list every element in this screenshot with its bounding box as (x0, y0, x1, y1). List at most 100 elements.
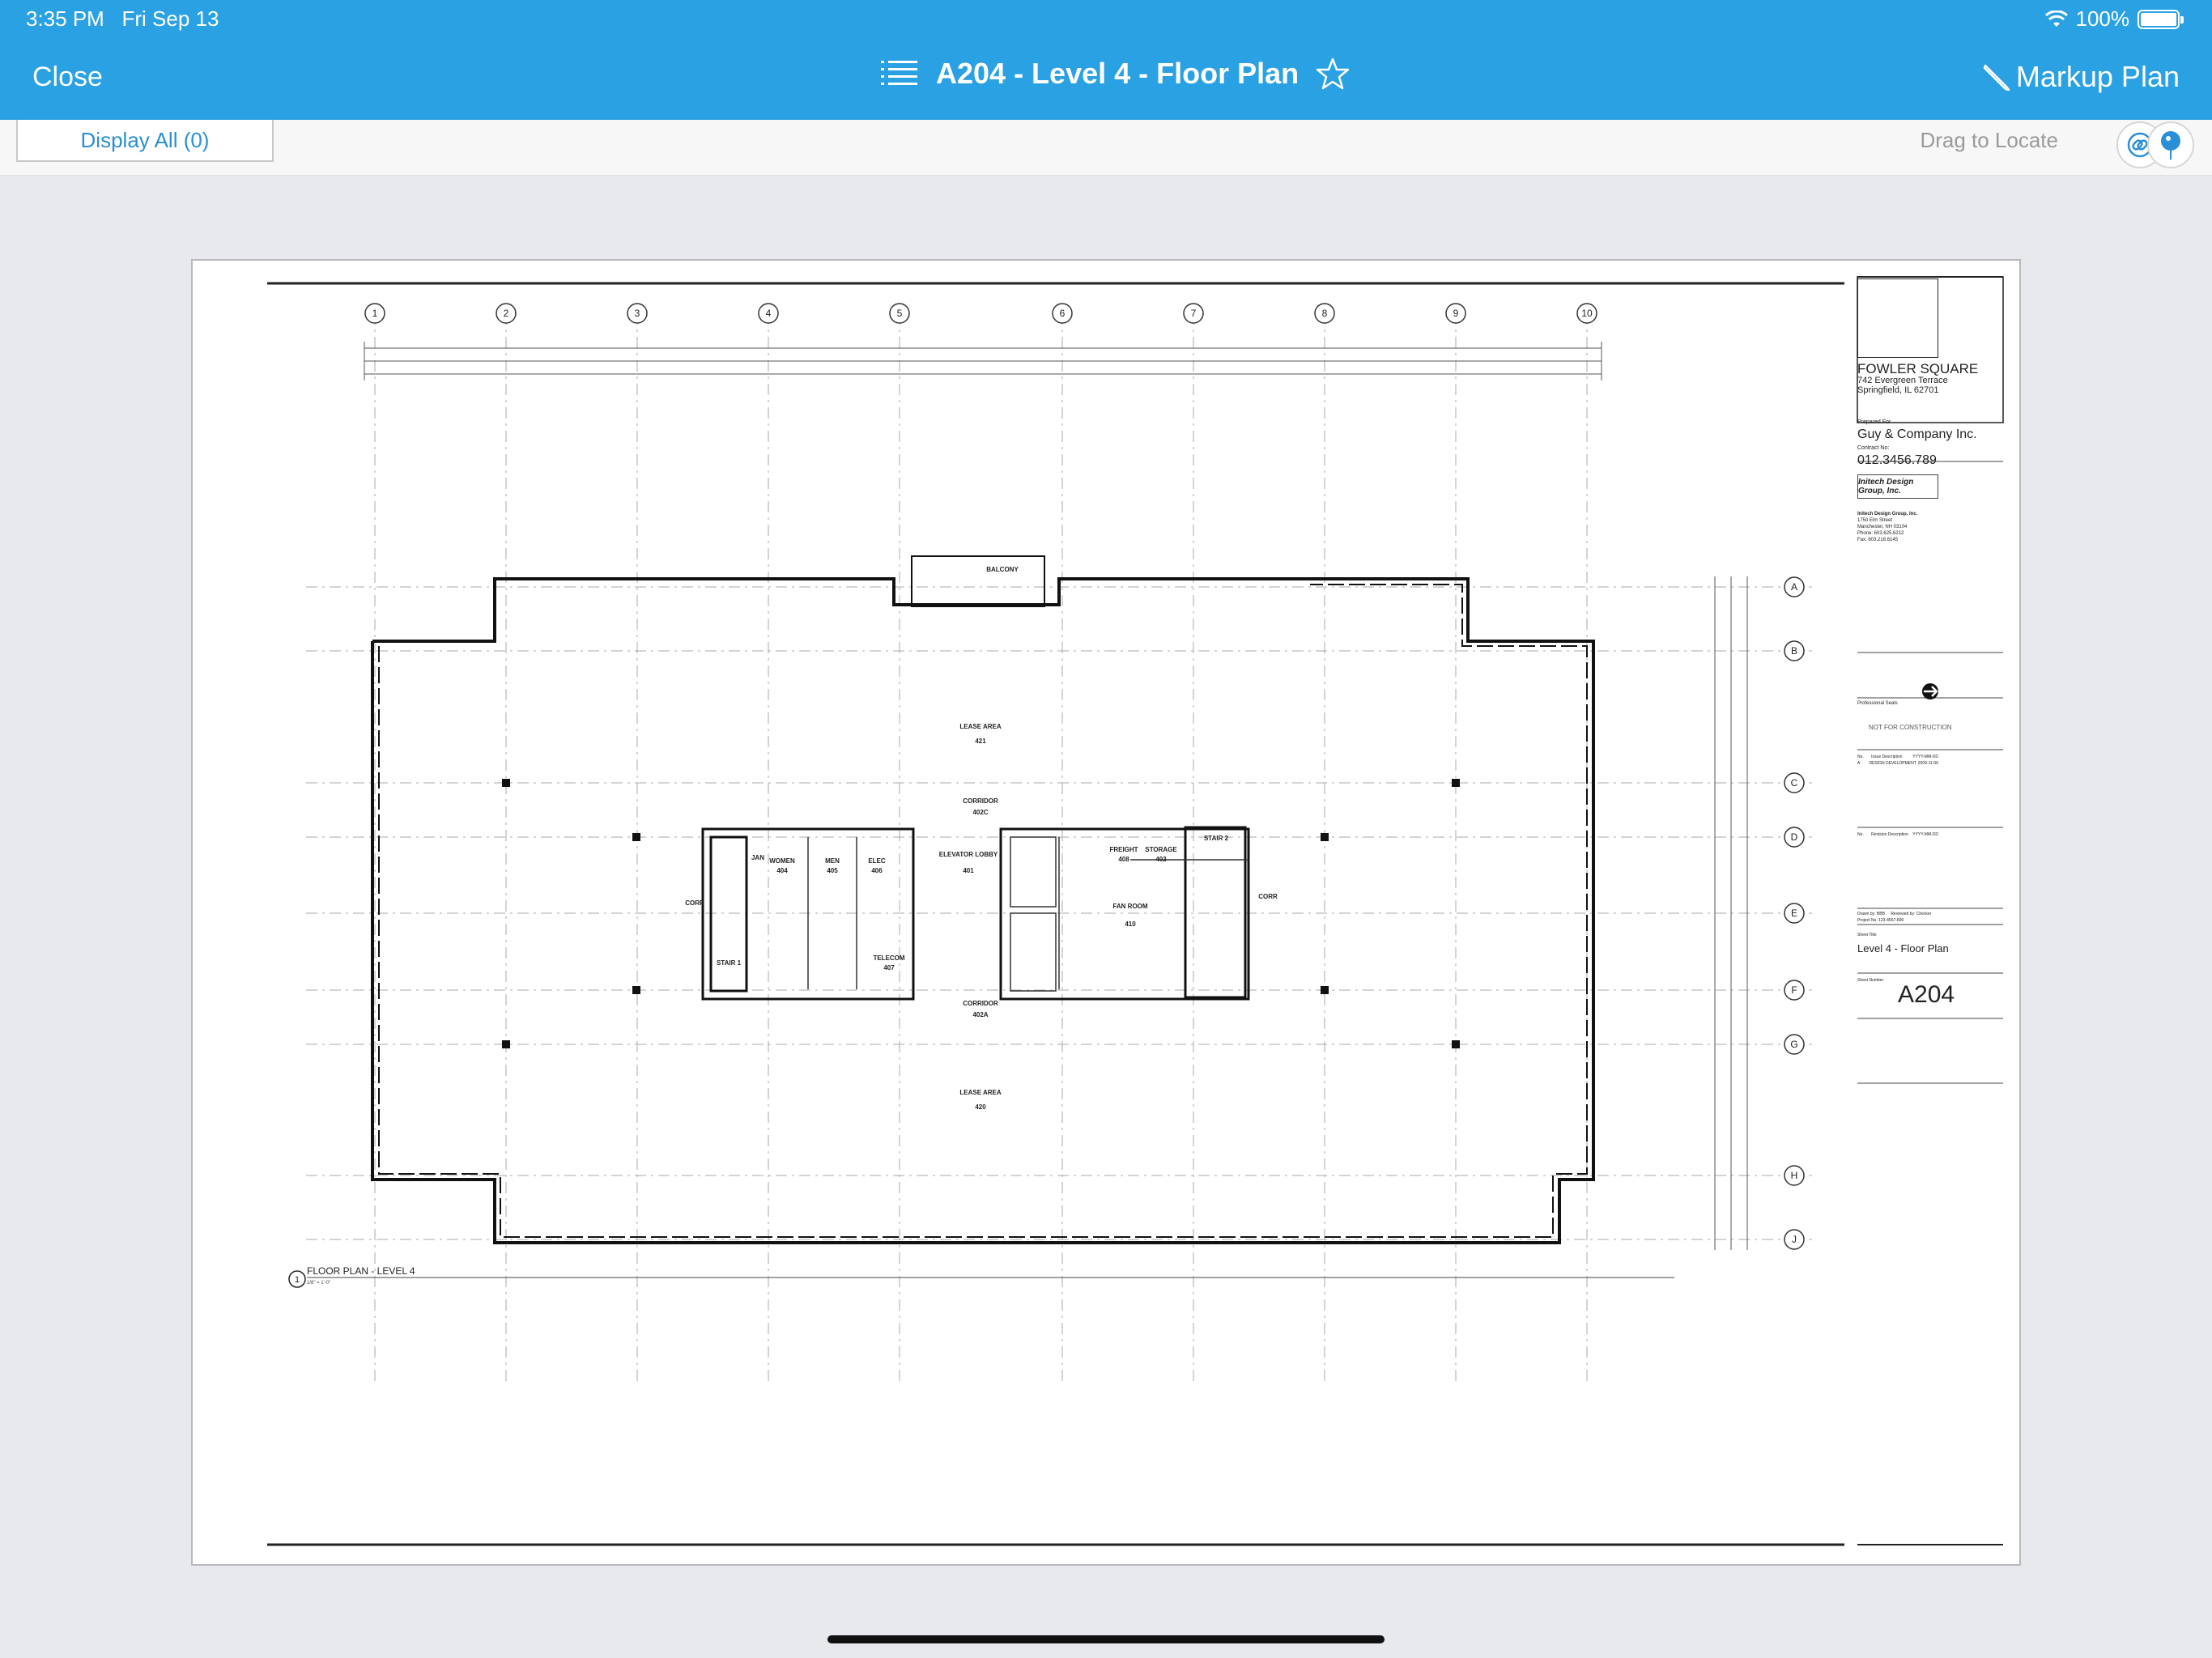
drawing-sheet[interactable]: 1 2 3 4 5 6 7 8 9 10 A B C D E F G H J B… (191, 259, 2021, 1566)
room-lease-area-top: LEASE AREA (959, 723, 1001, 730)
north-arrow-icon (1922, 683, 1938, 699)
prepared-for-label: Prepared For (1857, 419, 1891, 425)
firm-logo: Initech Design Group, Inc. (1857, 474, 1938, 499)
home-indicator[interactable] (827, 1635, 1385, 1643)
sheet-title-label: Sheet Title (1857, 933, 1877, 937)
grid-letter-e: E (1791, 908, 1797, 919)
revision-header-no: No. (1857, 832, 1864, 837)
markup-plan-label: Markup Plan (2015, 60, 2180, 93)
project-address-1: 742 Evergreen Terrace (1857, 376, 1948, 385)
contract-number: 012.3456.789 (1857, 453, 1937, 467)
room-stair-2: STAIR 2 (1204, 835, 1229, 842)
grid-number-2: 2 (504, 308, 509, 319)
room-corridor-top: CORRIDOR (963, 797, 998, 805)
logo-placeholder-box (1857, 278, 1938, 358)
drawing-title: FLOOR PLAN - LEVEL 4 (307, 1265, 415, 1277)
firm-phone: Phone: 603.625.6212 (1857, 531, 1904, 536)
issue-header-desc: Issue Description (1871, 755, 1903, 759)
issue-row-desc: DESIGN DEVELOPMENT (1869, 761, 1916, 766)
firm-fax: Fax: 603.218.6145 (1857, 538, 1899, 542)
room-lease-area-bottom: LEASE AREA (959, 1089, 1001, 1096)
map-pin-icon (2161, 131, 2180, 159)
room-corridor-top-num: 402C (972, 809, 988, 816)
navigation-bar: 3:35 PM Fri Sep 13 100% Close A204 - Lev… (0, 0, 2212, 120)
status-date: Fri Sep 13 (121, 6, 219, 31)
drawing-scale: 1/8" = 1'-0" (307, 1281, 330, 1286)
drawn-by-row: Drawn by: BBB Reviewed by: Checker (1857, 912, 1938, 916)
grid-number-10: 10 (1581, 308, 1593, 319)
room-freight-num: 408 (1118, 856, 1129, 863)
sheet-number: A204 (1898, 981, 1955, 1008)
room-women: WOMEN (769, 857, 795, 865)
room-men-num: 405 (827, 867, 838, 874)
grid-number-4: 4 (766, 308, 772, 319)
firm-name: Initech Design Group, Inc. (1857, 512, 1918, 517)
revision-header: No. Revision Description YYYY-MM-DD (1857, 832, 1938, 837)
issue-row-no: A (1857, 761, 1861, 766)
grid-letter-h: H (1791, 1170, 1798, 1181)
battery-percent: 100% (2075, 6, 2130, 31)
client-name: Guy & Company Inc. (1857, 427, 1977, 441)
revision-header-date: YYYY-MM-DD (1912, 832, 1938, 837)
revision-header-desc: Revision Description (1871, 832, 1908, 837)
grid-number-6: 6 (1060, 308, 1066, 319)
wifi-icon (2044, 10, 2068, 27)
page-title: A204 - Level 4 - Floor Plan (936, 57, 1300, 90)
project-name: FOWLER SQUARE (1857, 361, 1979, 376)
project-no-label: Project No. (1857, 918, 1878, 923)
issue-row: A DESIGN DEVELOPMENT 2009-11-06 (1857, 761, 1938, 766)
grid-number-1: 1 (372, 308, 378, 319)
issue-header-no: No. (1857, 755, 1864, 759)
firm-address-1: 1750 Elm Street (1857, 518, 1893, 523)
room-elevator-lobby: ELEVATOR LOBBY (939, 851, 998, 858)
room-elec-num: 406 (871, 867, 883, 874)
plan-title-group[interactable]: A204 - Level 4 - Floor Plan (881, 57, 1350, 91)
grid-number-7: 7 (1191, 308, 1197, 319)
issue-header: No. Issue Description YYYY-MM-DD (1857, 755, 1938, 759)
reviewed-by-label: Reviewed by: (1891, 912, 1916, 916)
room-corridor-bottom-num: 402A (972, 1011, 988, 1018)
issue-header-date: YYYY-MM-DD (1912, 755, 1938, 759)
room-corr-right: CORR (1258, 893, 1278, 900)
close-button[interactable]: Close (32, 62, 103, 93)
room-stair-1: STAIR 1 (717, 959, 742, 967)
status-indicators: 100% (2044, 6, 2184, 32)
battery-icon (2138, 9, 2184, 29)
drop-pin-button[interactable] (2147, 121, 2194, 168)
project-no: 123-4567-890 (1878, 918, 1904, 923)
grid-number-5: 5 (897, 308, 903, 319)
display-all-button[interactable]: Display All (0) (16, 120, 274, 162)
grid-letter-b: B (1791, 645, 1797, 657)
room-jan: JAN (751, 854, 764, 861)
markup-plan-button[interactable]: Markup Plan (1982, 60, 2180, 94)
floor-plan-drawing[interactable]: 1 2 3 4 5 6 7 8 9 10 A B C D E F G H J B… (193, 261, 2019, 1564)
not-for-construction: NOT FOR CONSTRUCTION (1869, 724, 1952, 731)
star-icon[interactable] (1317, 57, 1350, 90)
status-time: 3:35 PM Fri Sep 13 (26, 6, 219, 32)
grid-letter-a: A (1791, 581, 1797, 593)
pencil-icon (1983, 64, 2010, 91)
room-telecom: TELECOM (873, 954, 904, 962)
room-storage: STORAGE (1145, 846, 1177, 853)
project-no-row: Project No. 123-4567-890 (1857, 918, 1904, 923)
drawn-by: BBB (1876, 912, 1885, 916)
grid-letter-g: G (1790, 1039, 1797, 1050)
grid-number-3: 3 (635, 308, 640, 319)
room-fan-room: FAN ROOM (1112, 903, 1147, 910)
list-icon[interactable] (881, 59, 918, 88)
room-storage-num: 403 (1155, 856, 1167, 863)
room-balcony: BALCONY (986, 566, 1019, 573)
sheet-number-label: Sheet Number (1857, 978, 1884, 983)
grid-number-9: 9 (1453, 308, 1459, 319)
project-address-2: Springfield, IL 62701 (1857, 385, 1939, 395)
room-elec: ELEC (868, 857, 886, 865)
room-corridor-bottom: CORRIDOR (963, 1000, 998, 1007)
plan-toolbar: Display All (0) Drag to Locate (0, 120, 2212, 176)
room-women-num: 404 (776, 867, 788, 874)
room-corr-left: CORR (685, 899, 704, 907)
firm-logo-text: Initech Design Group, Inc. (1858, 478, 1914, 495)
grid-letter-c: C (1791, 777, 1798, 789)
grid-letter-d: D (1791, 831, 1798, 843)
professional-seal-label: Professional Seals (1857, 701, 1898, 706)
contract-label: Contract No: (1857, 445, 1890, 451)
